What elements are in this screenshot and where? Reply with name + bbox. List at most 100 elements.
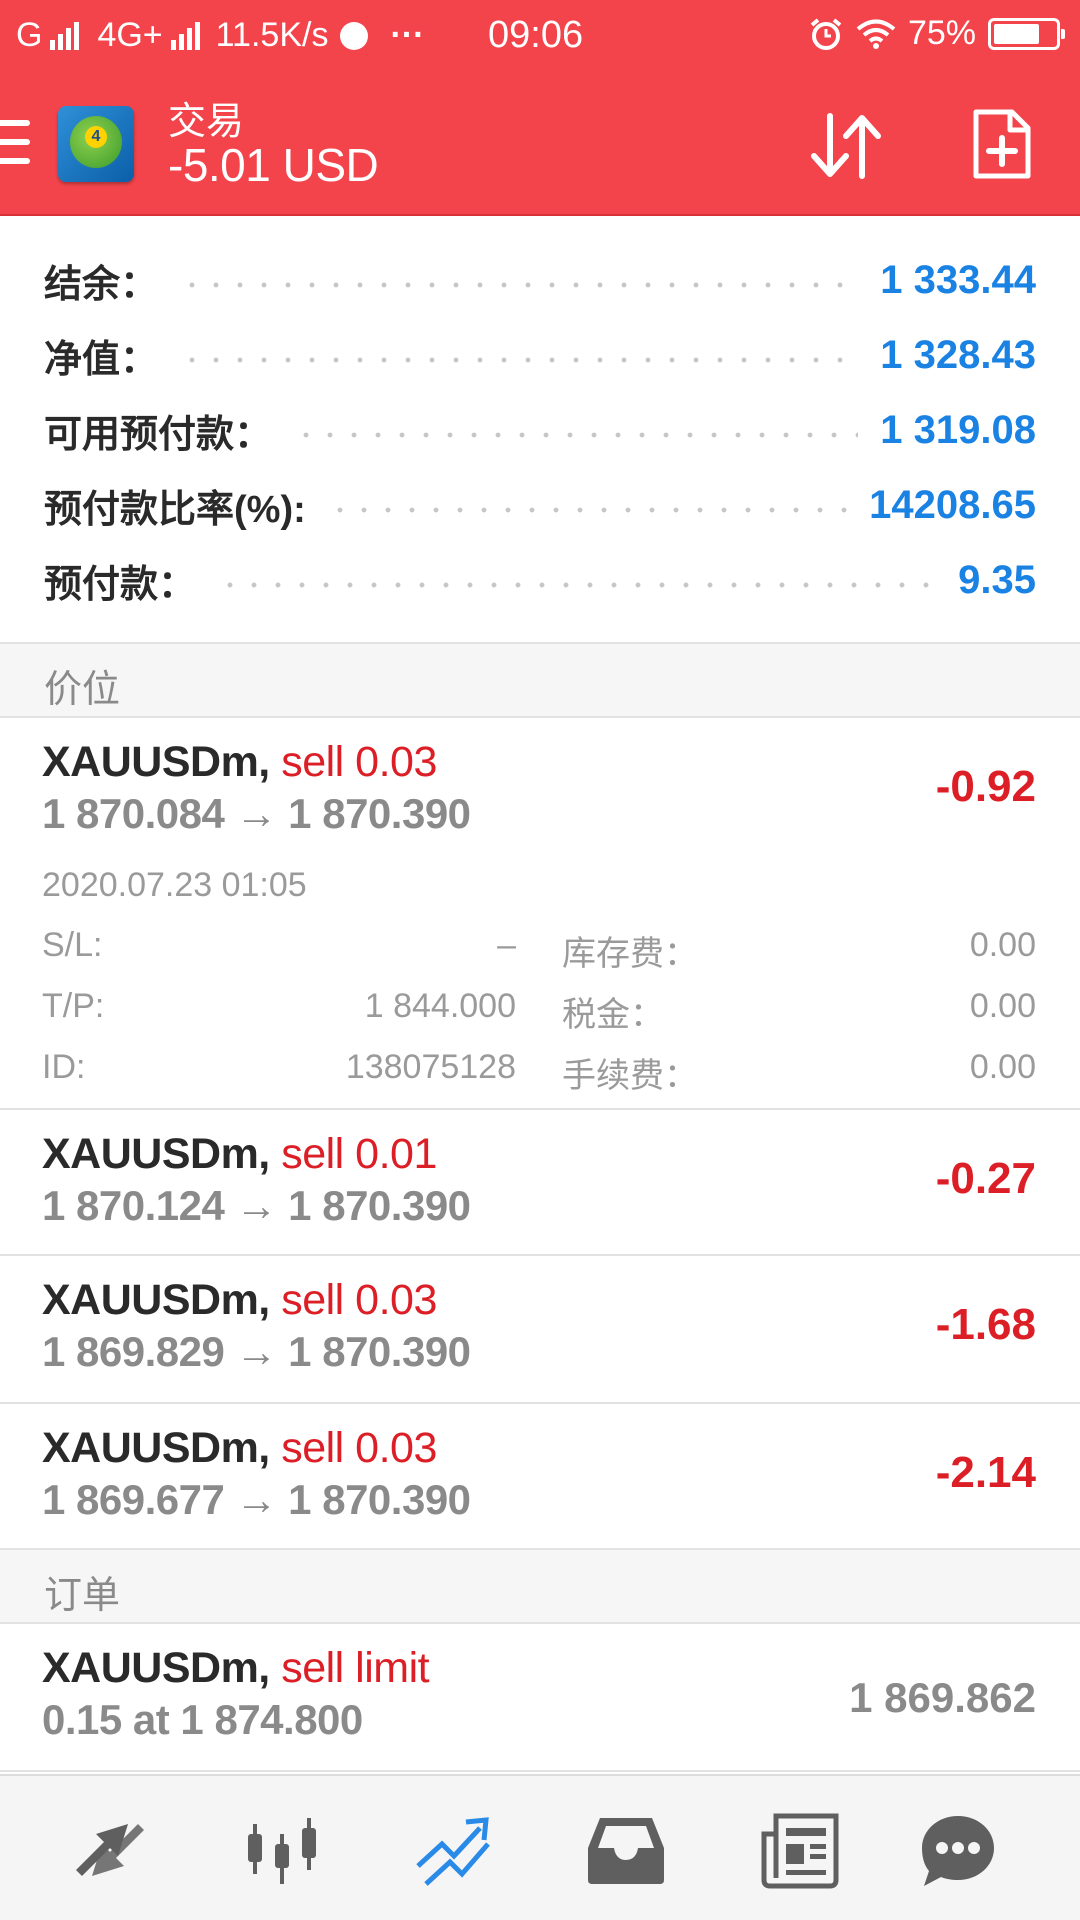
order-detail: 0.15 at 1 874.800	[42, 1696, 363, 1743]
nav-history[interactable]	[578, 1802, 674, 1898]
summary-value: 1 328.43	[880, 332, 1036, 377]
position-profit: -0.92	[935, 762, 1036, 811]
detail-value: 1 844.000	[364, 987, 516, 1025]
position-row[interactable]: XAUUSDm, sell 0.03 1 869.829 → 1 870.390…	[0, 1256, 1080, 1404]
section-title: 价位	[44, 669, 121, 711]
summary-value: 14208.65	[869, 482, 1036, 527]
detail-key: 库存费：	[562, 935, 698, 973]
chart-candles-icon	[248, 1818, 316, 1884]
position-symbol: XAUUSDm,	[42, 738, 270, 786]
position-prices: 1 870.124 → 1 870.390	[42, 1182, 471, 1229]
position-symbol: XAUUSDm,	[42, 1130, 270, 1178]
section-title: 订单	[44, 1575, 121, 1617]
summary-row-equity: 净值： 1 328.43	[44, 327, 1036, 383]
menu-icon[interactable]	[0, 120, 30, 164]
clock: 09:06	[488, 14, 584, 56]
more-dots: ···	[390, 16, 425, 54]
summary-label: 预付款：	[44, 563, 197, 606]
position-side: sell 0.03	[269, 738, 437, 786]
status-bar: G 4G+ 11.5K/s ··· 09:06 75%	[0, 0, 1080, 72]
status-left: G 4G+ 11.5K/s ···	[16, 16, 424, 55]
nav-chat[interactable]	[910, 1802, 1006, 1898]
summary-label: 结余：	[44, 263, 159, 306]
position-row[interactable]: XAUUSDm, sell 0.03 1 870.084 → 1 870.390…	[0, 718, 1080, 1110]
position-profit: -2.14	[935, 1448, 1036, 1497]
dot-leader	[327, 507, 848, 513]
signal-icon-2	[170, 21, 200, 50]
summary-label: 净值：	[44, 338, 159, 381]
chat-icon	[922, 1816, 994, 1886]
positions-section-header: 价位	[0, 642, 1080, 718]
position-row[interactable]: XAUUSDm, sell 0.03 1 869.677 → 1 870.390…	[0, 1404, 1080, 1550]
position-prices: 1 869.829 → 1 870.390	[42, 1328, 471, 1375]
battery-icon	[988, 17, 1065, 50]
nav-trade[interactable]	[406, 1802, 502, 1898]
position-details: 2020.07.23 01:05 S/L: – 库存费： 0.00 T/P: 1…	[42, 866, 1036, 1096]
page-title: 交易	[168, 101, 245, 143]
status-right: 75%	[808, 14, 1065, 53]
app-bar: 4 交易 -5.01 USD	[0, 72, 1080, 216]
orders-section-header: 订单	[0, 1548, 1080, 1624]
position-symbol: XAUUSDm,	[42, 1276, 270, 1324]
order-title: XAUUSDm, sell limit	[42, 1644, 430, 1693]
browser-icon	[340, 21, 369, 50]
trade-trend-icon	[416, 1817, 490, 1886]
sort-icon[interactable]	[808, 112, 884, 180]
history-inbox-icon	[588, 1818, 664, 1884]
nav-quotes[interactable]	[62, 1802, 158, 1898]
summary-row-balance: 结余： 1 333.44	[44, 252, 1036, 308]
position-open-time: 2020.07.23 01:05	[42, 866, 307, 904]
battery-percent: 75%	[907, 14, 976, 52]
position-title: XAUUSDm, sell 0.01	[42, 1130, 437, 1179]
summary-value: 9.35	[958, 557, 1036, 602]
detail-value: 138075128	[345, 1048, 516, 1086]
nav-news[interactable]	[752, 1802, 848, 1898]
position-row[interactable]: XAUUSDm, sell 0.01 1 870.124 → 1 870.390…	[0, 1110, 1080, 1256]
position-prices: 1 869.677 → 1 870.390	[42, 1476, 471, 1523]
network-label: G	[16, 16, 43, 54]
position-profit: -0.27	[935, 1154, 1036, 1203]
quotes-arrows-icon	[76, 1824, 144, 1876]
dot-leader	[218, 582, 937, 588]
position-title: XAUUSDm, sell 0.03	[42, 738, 437, 787]
summary-row-margin: 预付款： 9.35	[44, 552, 1036, 608]
detail-key: 手续费：	[562, 1057, 698, 1095]
order-symbol: XAUUSDm,	[42, 1644, 270, 1692]
news-icon	[761, 1813, 839, 1889]
summary-value: 1 319.08	[880, 407, 1036, 452]
position-side: sell 0.03	[269, 1276, 437, 1324]
detail-value: 0.00	[969, 1048, 1036, 1086]
order-row[interactable]: XAUUSDm, sell limit 0.15 at 1 874.800 1 …	[0, 1624, 1080, 1772]
order-type: sell limit	[269, 1644, 430, 1692]
detail-key: ID:	[42, 1048, 86, 1086]
dot-leader	[180, 282, 859, 288]
detail-key: 税金：	[562, 996, 664, 1034]
summary-label: 可用预付款：	[44, 413, 273, 456]
network-type-label: 4G+	[97, 16, 163, 54]
metatrader-logo: 4	[58, 106, 134, 182]
detail-key: T/P:	[42, 987, 105, 1025]
dot-leader	[180, 357, 859, 363]
position-prices: 1 870.084 → 1 870.390	[42, 790, 471, 837]
detail-row: ID: 138075128 手续费： 0.00	[42, 1048, 1036, 1095]
floating-profit: -5.01 USD	[168, 139, 379, 191]
account-summary: 结余： 1 333.44 净值： 1 328.43 可用预付款： 1 319.0…	[0, 218, 1080, 642]
summary-value: 1 333.44	[880, 257, 1036, 302]
new-order-icon[interactable]	[972, 108, 1032, 180]
position-title: XAUUSDm, sell 0.03	[42, 1276, 437, 1325]
detail-key: S/L:	[42, 926, 103, 964]
summary-row-margin-level: 预付款比率(%): 14208.65	[44, 477, 1036, 533]
bottom-navigation	[0, 1774, 1080, 1920]
detail-value: –	[497, 926, 516, 964]
dot-leader	[294, 432, 859, 438]
detail-row: T/P: 1 844.000 税金： 0.00	[42, 987, 1036, 1034]
order-current-price: 1 869.862	[849, 1674, 1036, 1721]
signal-icon	[50, 21, 80, 50]
position-title: XAUUSDm, sell 0.03	[42, 1424, 437, 1473]
nav-chart[interactable]	[234, 1802, 330, 1898]
summary-label: 预付款比率(%):	[44, 488, 306, 531]
position-side: sell 0.01	[269, 1130, 437, 1178]
detail-value: 0.00	[969, 987, 1036, 1025]
summary-row-free-margin: 可用预付款： 1 319.08	[44, 402, 1036, 458]
detail-value: 0.00	[969, 926, 1036, 964]
